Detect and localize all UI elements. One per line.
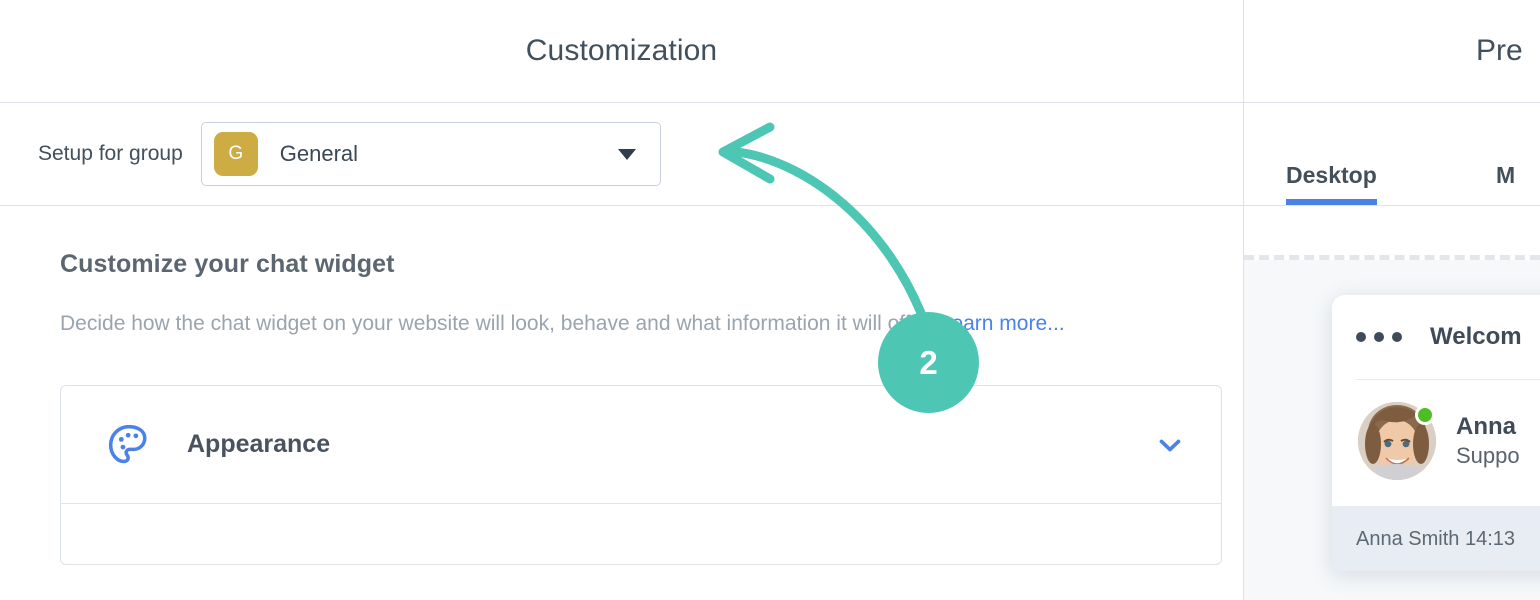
preview-header: Pre <box>1244 0 1540 103</box>
preview-title: Pre <box>1476 34 1523 67</box>
palette-icon <box>101 420 157 470</box>
chat-widget-agent-role: Suppo <box>1456 443 1520 468</box>
chat-widget-message-meta: Anna Smith 14:13 <box>1356 528 1515 550</box>
section-description-text: Decide how the chat widget on your websi… <box>60 312 940 335</box>
group-select-value: General <box>279 141 359 166</box>
learn-more-link[interactable]: Learn more... <box>940 312 1065 335</box>
customization-header: Customization <box>0 0 1243 103</box>
card-row-appearance[interactable]: Appearance <box>61 386 1221 504</box>
online-status-indicator <box>1415 405 1435 425</box>
chat-widget-preview: Welcom Anna Suppo Anna Smith 14:13 <box>1332 295 1540 571</box>
preview-tabs: Desktop M <box>1244 103 1540 206</box>
group-selector-label: Setup for group <box>38 142 183 165</box>
chat-widget-agent-name: Anna <box>1456 413 1516 440</box>
card-row-next[interactable] <box>61 504 1221 564</box>
tab-mobile[interactable]: M <box>1496 162 1515 205</box>
section-description: Decide how the chat widget on your websi… <box>60 304 1170 344</box>
avatar <box>1358 402 1436 480</box>
page-title: Customization <box>525 34 718 67</box>
group-avatar: G <box>213 132 258 176</box>
app-root: Customization Setup for group G General … <box>0 0 1540 600</box>
settings-card-list: Appearance <box>60 385 1222 565</box>
preview-panel: Pre Desktop M Welcom Anna Suppo Anna Smi… <box>1243 0 1540 600</box>
group-select[interactable]: G General <box>200 122 661 186</box>
card-label-appearance: Appearance <box>187 430 331 458</box>
preview-stage: Welcom Anna Suppo Anna Smith 14:13 <box>1244 206 1540 600</box>
customization-panel: Customization Setup for group G General … <box>0 0 1243 600</box>
tab-desktop[interactable]: Desktop <box>1286 162 1377 205</box>
group-selector-bar: Setup for group G General <box>0 103 1243 206</box>
chat-widget-agent: Anna Suppo <box>1332 380 1540 506</box>
chat-widget-header: Welcom <box>1332 295 1540 379</box>
section-heading: Customize your chat widget <box>60 250 395 278</box>
chat-widget-message-area: Anna Smith 14:13 <box>1332 506 1540 571</box>
customization-content: Customize your chat widget Decide how th… <box>0 206 1243 565</box>
chat-widget-welcome-title: Welcom <box>1430 323 1522 350</box>
caret-down-icon[interactable] <box>617 148 636 160</box>
chevron-down-icon[interactable] <box>1153 428 1187 462</box>
ellipsis-icon[interactable] <box>1356 332 1402 342</box>
chat-widget-agent-info: Anna Suppo <box>1456 413 1520 469</box>
